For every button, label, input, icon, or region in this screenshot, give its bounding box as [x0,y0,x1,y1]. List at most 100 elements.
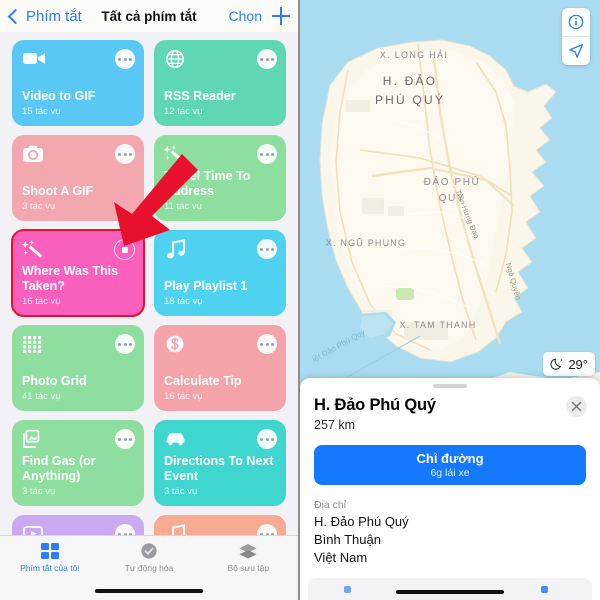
running-indicator-icon[interactable] [114,239,135,260]
shortcut-name: RSS Reader [164,88,236,103]
more-options-icon[interactable] [257,239,277,259]
tab-label: Phím tắt của tôi [20,563,80,573]
more-options-icon[interactable] [257,144,277,164]
shortcut-card[interactable]: Video to GIF 15 tác vụ [12,40,144,126]
shortcut-action-count: 12 tác vụ [164,106,203,117]
address-line: H. Đảo Phú Quý [314,514,409,529]
chevron-left-icon [7,8,24,24]
tab-bar: Phím tắt của tôi Tự động hóa Bộ sưu tập [0,535,298,600]
directions-sublabel: 6g lái xe [430,467,470,479]
shortcut-icon-wrap [164,239,190,261]
maps-app-pane: X. LONG HẢI H. ĐẢO PHÚ QUÝ ĐẢO PHÚ QUÝ X. NGŨ… [300,0,600,600]
place-detail-sheet: H. Đảo Phú Quý 257 km Chỉ đường 6g lái x… [300,378,600,600]
grid-dots-icon [23,336,42,353]
shortcut-action-count: 41 tác vụ [22,391,61,402]
shortcut-icon-wrap [164,334,190,356]
shortcut-name: Directions To Next Event [164,454,274,483]
shortcut-icon-wrap [22,429,48,451]
shortcuts-app-pane: Phím tắt Tất cả phím tắt Chọn Video to G… [0,0,300,600]
dollar-icon [166,335,184,353]
magic-wand-icon [163,145,185,163]
address-section-label: Địa chỉ [314,499,347,511]
photo-stack-icon [23,429,40,448]
more-options-icon[interactable] [115,334,135,354]
clock-check-icon [141,543,157,559]
shortcut-action-count: 3 tác vụ [22,201,56,212]
map-info-button[interactable] [562,8,590,36]
back-button[interactable]: Phím tắt [7,7,82,25]
shortcut-card[interactable]: Play Playlist 1 18 tác vụ [154,230,286,316]
video-camera-icon [23,53,45,64]
directions-label: Chỉ đường [416,451,484,466]
more-options-icon[interactable] [115,144,135,164]
shortcut-name: Calculate Tip [164,373,242,388]
shortcut-card[interactable]: Find Gas (or Anything) 3 tác vụ [12,420,144,506]
magic-wand-icon [21,240,43,258]
choose-button[interactable]: Chọn [229,8,262,24]
shortcut-action-count: 15 tác vụ [22,106,61,117]
music-note-icon [167,239,186,259]
sheet-grabber[interactable] [433,384,467,388]
more-options-icon[interactable] [257,334,277,354]
shortcut-name: Photo Grid [22,373,87,388]
shortcut-card[interactable]: Shoot A GIF 3 tác vụ [12,135,144,221]
weather-badge: 29° [543,352,595,376]
more-options-icon[interactable] [115,49,135,69]
shortcut-action-count: 18 tác vụ [164,296,203,307]
place-distance: 257 km [314,418,355,432]
shortcut-card[interactable]: RSS Reader 12 tác vụ [154,40,286,126]
directions-button[interactable]: Chỉ đường 6g lái xe [314,445,586,485]
shortcut-icon-wrap [22,49,48,71]
shortcuts-grid: Video to GIF 15 tác vụ RSS Reader 12 tác vụ… [0,32,298,600]
plus-icon[interactable] [272,7,290,25]
address-line: Việt Nam [314,550,368,565]
map-road-label: Trần Hưng Đạo [453,188,481,239]
shortcut-icon-wrap [21,239,48,261]
moon-icon [550,358,563,370]
shortcut-card[interactable]: Travel Time To Address 11 tác vụ [154,135,286,221]
more-options-icon[interactable] [257,429,277,449]
tab-automation[interactable]: Tự động hóa [99,542,198,573]
shortcut-name: Play Playlist 1 [164,278,248,293]
back-button-label: Phím tắt [26,7,82,25]
map-ferry-route-label: iệt Đảo Phú Quý [311,328,367,364]
map-place-label: PHÚ QUÝ [375,92,445,107]
navbar-actions: Chọn [229,7,290,25]
map-controls [562,8,590,65]
dual-pane-screenshot: Phím tắt Tất cả phím tắt Chọn Video to G… [0,0,600,600]
shortcut-card[interactable]: Calculate Tip 16 tác vụ [154,325,286,411]
more-options-icon[interactable] [257,49,277,69]
weather-temperature: 29° [568,356,588,372]
shortcut-action-count: 3 tác vụ [22,486,56,497]
map-place-label: X. LONG HẢI [380,49,448,60]
shortcut-action-count: 16 tác vụ [164,391,203,402]
shortcut-card[interactable]: Where Was This Taken? 16 tác vụ [11,229,145,317]
map-place-label: ĐẢO PHÚ [424,175,481,188]
strip-indicator [541,586,548,593]
address-line: Bình Thuận [314,532,381,547]
shortcut-action-count: 11 tác vụ [164,201,202,212]
home-indicator [95,589,203,593]
navigation-bar: Phím tắt Tất cả phím tắt Chọn [0,0,298,32]
sheet-bottom-strip [308,578,592,600]
more-options-icon[interactable] [115,429,135,449]
map-road-label: Ngô Quyền [504,262,523,301]
shortcut-icon-wrap [163,144,190,166]
map-place-label: X. NGŨ PHỤNG [326,238,406,248]
place-title: H. Đảo Phú Quý [314,396,436,414]
info-circle-icon [568,14,584,30]
shortcut-icon-wrap [164,49,190,71]
shortcut-icon-wrap [22,334,48,356]
shortcut-card[interactable]: Directions To Next Event 3 tác vụ [154,420,286,506]
shortcut-name: Video to GIF [22,88,96,103]
tab-collections[interactable]: Bộ sưu tập [199,542,298,573]
tab-label: Tự động hóa [124,563,174,573]
tab-my-shortcuts[interactable]: Phím tắt của tôi [0,542,99,573]
map-locate-button[interactable] [562,36,590,65]
shortcut-name: Travel Time To Address [164,169,251,198]
globe-icon [166,50,184,68]
shortcut-name: Where Was This Taken? [22,264,119,293]
shortcut-card[interactable]: Photo Grid 41 tác vụ [12,325,144,411]
close-button[interactable] [566,396,587,417]
strip-indicator [344,586,351,593]
